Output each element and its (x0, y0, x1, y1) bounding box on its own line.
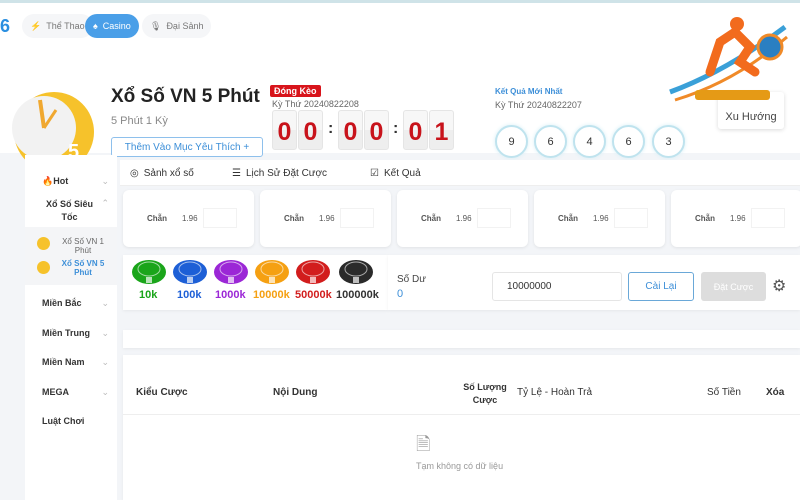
chevron-up-icon: ⌃ (101, 198, 109, 208)
col-so-luong: Số Lượng Cược (463, 382, 507, 405)
chip-icon[interactable] (295, 257, 331, 285)
col-noi-dung: Nội Dung (273, 387, 318, 398)
bet-card-input[interactable] (614, 208, 648, 228)
latest-period: Kỳ Thứ 20240822207 (495, 100, 582, 110)
nav-dai-sanh[interactable]: 🎙 Đại Sảnh (142, 14, 212, 38)
gear-icon[interactable]: ⚙ (772, 276, 786, 296)
place-bet-button[interactable]: Đặt Cược (701, 272, 766, 301)
sidebar-item-mien-nam[interactable]: Miền Nam ⌄ (25, 357, 117, 368)
sidebar-item-sieu-toc[interactable]: Xổ Số Siêu Tốc ⌃ (25, 198, 117, 224)
clock-icon (37, 261, 50, 274)
countdown-digit: 1 (429, 110, 454, 150)
sidebar-item-hot[interactable]: 🔥Hot ⌄ (25, 176, 117, 187)
disc-icon: ◎ (130, 168, 139, 179)
bet-card[interactable]: Chẵn 1.96 (397, 190, 528, 247)
submenu: Xổ Số VN 1 Phút Xổ Số VN 5 Phút (25, 227, 117, 285)
bet-card[interactable]: Chẵn 1.96 (671, 190, 800, 247)
sidebar: 🔥Hot ⌄ Xổ Số Siêu Tốc ⌃ Xổ Số VN 1 Phút Xổ… (25, 155, 117, 500)
tab-bar (120, 160, 800, 186)
bet-slip-table (123, 355, 800, 500)
chip-label: 100k (177, 289, 202, 301)
bet-card-input[interactable] (477, 208, 511, 228)
sidebar-item-luat-choi[interactable]: Luật Chơi (25, 416, 117, 426)
status-badge: Đóng Kèo (270, 85, 321, 97)
bet-card-input[interactable] (751, 208, 785, 228)
fire-icon: 🔥 (42, 176, 54, 186)
sidebar-item-mega[interactable]: MEGA ⌄ (25, 387, 117, 398)
tab-ket-qua[interactable]: ☑ Kết Quả (370, 168, 421, 179)
result-ball: 6 (612, 125, 645, 158)
add-favorite-button[interactable]: Thêm Vào Mục Yêu Thích + (111, 137, 263, 157)
countdown-separator: : (393, 120, 399, 137)
chevron-down-icon: ⌄ (101, 176, 109, 186)
chip-label: 10k (139, 289, 158, 301)
site-logo (669, 17, 788, 102)
brand-logo[interactable]: 6 (0, 16, 10, 37)
result-ball: 3 (652, 125, 685, 158)
countdown-separator: : (328, 120, 334, 137)
tab-lich-su[interactable]: ☰ Lịch Sử Đặt Cược (232, 168, 327, 179)
col-kieu-cuoc: Kiểu Cược (136, 387, 188, 398)
chip-label: 100000k (336, 289, 379, 301)
chip-icon[interactable] (172, 257, 208, 285)
result-ball: 6 (534, 125, 567, 158)
bet-amount-input[interactable] (492, 272, 622, 301)
countdown-digit: 0 (364, 110, 389, 150)
game-title: Xổ Số VN 5 Phút (111, 86, 260, 107)
chip-label: 50000k (295, 289, 332, 301)
nav-the-thao[interactable]: ⚡ Thể Thao (22, 14, 93, 38)
result-ball: 4 (573, 125, 606, 158)
countdown-digit: 0 (298, 110, 323, 150)
chevron-down-icon: ⌄ (101, 328, 109, 338)
chevron-down-icon: ⌄ (101, 357, 109, 367)
nav-casino[interactable]: ♠ Casino (85, 14, 139, 38)
chip-icon[interactable] (338, 257, 374, 285)
col-xoa: Xóa (766, 387, 785, 398)
spacer-panel (123, 330, 800, 348)
divider (123, 414, 800, 415)
sidebar-item-mien-bac[interactable]: Miền Bắc ⌄ (25, 298, 117, 309)
bet-card[interactable]: Chẵn 1.96 (260, 190, 391, 247)
bet-card-input[interactable] (340, 208, 374, 228)
empty-search-icon: 🗎 (416, 434, 431, 454)
countdown-digit: 0 (338, 110, 363, 150)
countdown-digit: 0 (403, 110, 428, 150)
game-subtitle: 5 Phút 1 Kỳ (111, 115, 168, 127)
bet-card[interactable]: Chẵn 1.96 (534, 190, 665, 247)
col-ty-le: Tỷ Lệ - Hoàn Trả (517, 387, 593, 398)
submenu-item-vn5[interactable]: Xổ Số VN 5 Phút (57, 259, 109, 277)
sidebar-item-mien-trung[interactable]: Miền Trung ⌄ (25, 328, 117, 339)
reset-button[interactable]: Cài Lại (628, 272, 694, 301)
empty-text: Tạm không có dữ liệu (416, 461, 504, 471)
bet-card-input[interactable] (203, 208, 237, 228)
tab-sanh-xo-so[interactable]: ◎ Sảnh xổ số (130, 168, 194, 179)
balance-value: 0 (397, 288, 404, 300)
chip-icon[interactable] (213, 257, 249, 285)
chevron-down-icon: ⌄ (101, 387, 109, 397)
chip-label: 10000k (253, 289, 290, 301)
submenu-item-vn1[interactable]: Xổ Số VN 1 Phút (57, 237, 109, 255)
chip-icon[interactable] (254, 257, 290, 285)
spade-icon: ♠ (93, 21, 98, 31)
latest-result-title: Kết Quả Mới Nhất (495, 87, 563, 96)
chart-icon: ☑ (370, 168, 379, 179)
countdown-digit: 0 (272, 110, 297, 150)
microphone-icon: 🎙 (150, 20, 162, 31)
col-so-tien: Số Tiền (707, 387, 741, 398)
lightning-icon: ⚡ (30, 20, 42, 31)
chip-icon[interactable] (131, 257, 167, 285)
current-period: Kỳ Thứ 20240822208 (272, 99, 359, 109)
result-ball: 9 (495, 125, 528, 158)
bet-card[interactable]: Chẵn 1.96 (123, 190, 254, 247)
balance-label: Số Dư (397, 274, 426, 285)
chevron-down-icon: ⌄ (101, 298, 109, 308)
chip-label: 1000k (215, 289, 246, 301)
clock-icon (37, 237, 50, 250)
list-icon: ☰ (232, 168, 241, 179)
